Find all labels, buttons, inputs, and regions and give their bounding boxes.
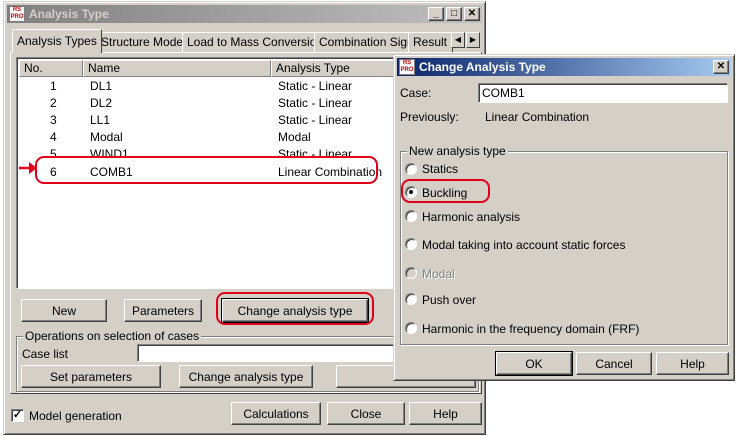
tab-scroll-left-icon[interactable]: ◀ [451,32,465,48]
cell-type: Static - Linear [278,96,353,110]
new-analysis-type-title: New analysis type [407,144,508,158]
case-label: Case: [400,86,432,100]
modal-radio [405,267,417,279]
cell-type: Linear Combination [278,165,383,179]
harmonic-analysis-label: Harmonic analysis [422,210,521,224]
close-icon[interactable]: ✕ [464,7,480,21]
cell-no: 4 [50,130,57,144]
dialog-title-bar[interactable]: RS PRO Change Analysis Type ✕ [397,58,731,76]
harmonic-frf-radio[interactable] [405,322,417,334]
change-analysis-type-dialog: RS PRO Change Analysis Type ✕ Case: COMB1… [393,54,735,381]
cancel-button[interactable]: Cancel [576,352,652,375]
model-generation-checkbox[interactable]: ✓ [11,409,24,422]
calculations-button[interactable]: Calculations [231,402,321,425]
main-window-title: Analysis Type [29,7,109,21]
ok-button[interactable]: OK [496,352,572,375]
cell-no: 5 [50,147,57,161]
modal-label: Modal [422,267,455,281]
tab-analysis-types[interactable]: Analysis Types [12,29,102,53]
modal-static-forces-label: Modal taking into account static forces [422,238,626,252]
tab-scroll-right-icon[interactable]: ▶ [466,32,480,48]
tab-structure-model[interactable]: Structure Model [96,32,191,52]
operations-group-title: Operations on selection of cases [23,329,202,343]
cell-no: 1 [50,79,57,93]
push-over-radio[interactable] [405,293,417,305]
cell-type: Static - Linear [278,79,353,93]
minimize-icon[interactable]: _ [428,7,444,21]
set-parameters-button[interactable]: Set parameters [21,365,161,388]
robot-app-icon: RS PRO [399,59,415,75]
cell-type: Static - Linear [278,147,353,161]
cell-no: 2 [50,96,57,110]
statics-label: Statics [422,162,459,176]
previously-value: Linear Combination [485,110,590,124]
harmonic-analysis-radio[interactable] [405,210,417,222]
maximize-icon[interactable]: □ [446,7,462,21]
buckling-label: Buckling [422,186,468,200]
cell-name: WIND1 [90,147,129,161]
column-header-name[interactable]: Name [83,60,271,77]
parameters-button[interactable]: Parameters [124,299,202,322]
change-analysis-type-button[interactable]: Change analysis type [222,299,368,322]
tab-combination-sign[interactable]: Combination Sign [314,32,419,52]
cell-name: LL1 [90,113,111,127]
main-title-bar[interactable]: RS PRO Analysis Type _ □ ✕ [7,5,482,23]
cell-name: DL1 [90,79,113,93]
dialog-close-icon[interactable]: ✕ [713,60,729,74]
cell-name: DL2 [90,96,113,110]
tab-result[interactable]: Result F [408,32,453,52]
model-generation-label: Model generation [29,409,122,423]
harmonic-frf-label: Harmonic in the frequency domain (FRF) [422,322,640,336]
push-over-label: Push over [422,293,477,307]
cell-no: 6 [50,165,57,179]
cell-no: 3 [50,113,57,127]
cell-type: Modal [278,130,311,144]
tab-load-to-mass[interactable]: Load to Mass Conversion [182,32,329,52]
column-header-no[interactable]: No. [19,60,83,77]
cell-name: COMB1 [90,165,133,179]
buckling-radio[interactable] [405,186,417,198]
statics-radio[interactable] [405,163,417,175]
dialog-help-button[interactable]: Help [656,352,729,375]
case-field[interactable]: COMB1 [478,83,728,103]
previously-label: Previously: [400,110,459,124]
cell-type: Static - Linear [278,113,353,127]
red-arrow-icon [18,161,38,175]
new-button[interactable]: New [21,299,107,322]
robot-app-icon: RS PRO [9,6,25,22]
close-button[interactable]: Close [327,402,405,425]
case-list-label: Case list [22,347,69,361]
dialog-title: Change Analysis Type [419,60,546,74]
help-button[interactable]: Help [409,402,482,425]
ops-change-analysis-type-button[interactable]: Change analysis type [179,365,313,388]
cell-name: Modal [90,130,123,144]
modal-static-forces-radio[interactable] [405,238,417,250]
